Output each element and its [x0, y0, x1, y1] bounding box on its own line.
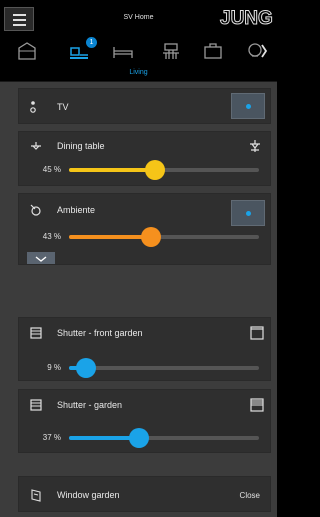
ceiling-light-icon[interactable] [247, 138, 263, 154]
slider-thumb[interactable] [145, 160, 165, 180]
ambiente-value: 43 % [42, 232, 61, 241]
slider-thumb[interactable] [76, 358, 96, 378]
tv-card: TV [18, 88, 271, 124]
dining-table-card: Dining table 45 % [18, 131, 271, 186]
shutter-garden-title: Shutter - garden [57, 400, 123, 410]
lamp-icon [29, 203, 43, 217]
pendant-lamp-icon [29, 139, 43, 153]
window-open-icon[interactable] [249, 325, 265, 341]
tv-toggle-button[interactable] [231, 93, 265, 119]
home-icon[interactable] [16, 40, 38, 62]
shutter-icon [29, 398, 43, 412]
notification-badge: 1 [86, 37, 97, 48]
slider-fill [69, 235, 151, 239]
top-bar: SV Home JUNG [0, 0, 277, 36]
shutter-garden-slider[interactable] [69, 428, 259, 448]
briefcase-icon[interactable] [202, 40, 224, 62]
shutter-front-garden-title: Shutter - front garden [57, 328, 143, 338]
slider-fill [69, 168, 155, 172]
chevron-down-icon [35, 256, 47, 262]
shutter-garden-card: Shutter - garden 37 % [18, 389, 271, 453]
shutter-front-garden-value: 9 % [47, 363, 61, 372]
room-navigation: 1 [0, 36, 277, 66]
ambiente-toggle-button[interactable] [231, 200, 265, 226]
window-status: Close [239, 491, 260, 500]
window-tilt-icon [29, 488, 43, 502]
shutter-icon [29, 326, 43, 340]
ambiente-title: Ambiente [57, 205, 96, 215]
window-garden-title: Window garden [57, 490, 120, 500]
slider-thumb[interactable] [129, 428, 149, 448]
shutter-front-garden-card: Shutter - front garden 9 % [18, 317, 271, 381]
slider-thumb[interactable] [141, 227, 161, 247]
room-label: Living [0, 66, 277, 82]
brand-logo: JUNG [219, 6, 277, 29]
dining-table-title: Dining table [57, 141, 105, 151]
expand-button[interactable] [27, 252, 55, 264]
shutter-front-garden-slider[interactable] [69, 358, 259, 378]
bell-icon[interactable] [246, 40, 268, 62]
ambiente-card: Ambiente 43 % [18, 193, 271, 265]
window-shutter-icon[interactable] [249, 397, 265, 413]
window-garden-card[interactable]: Window garden Close [18, 476, 271, 512]
status-dot [246, 104, 251, 109]
bed-icon[interactable] [112, 40, 134, 62]
dining-icon[interactable] [160, 40, 182, 62]
tv-icon [29, 100, 43, 114]
shutter-garden-value: 37 % [42, 433, 61, 442]
hamburger-line [13, 24, 26, 26]
status-dot [246, 211, 251, 216]
svg-text:JUNG: JUNG [220, 8, 273, 28]
tv-title: TV [57, 102, 69, 112]
dining-table-value: 45 % [42, 165, 61, 174]
dining-table-slider[interactable] [69, 160, 259, 180]
ambiente-slider[interactable] [69, 227, 259, 247]
